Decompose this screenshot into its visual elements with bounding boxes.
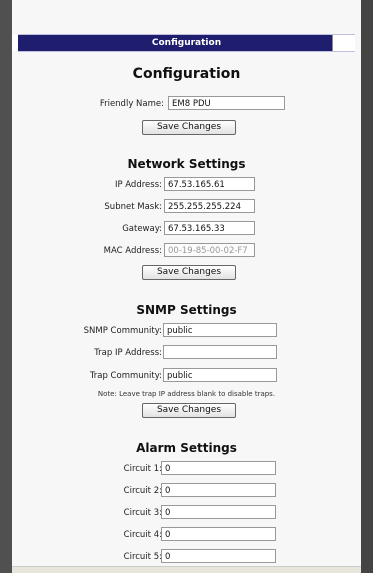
- trap-note: Note: Leave trap IP address blank to dis…: [97, 390, 276, 398]
- circuit-label: Circuit 1:: [123, 464, 162, 474]
- ip-address-input[interactable]: 67.53.165.61: [164, 177, 255, 191]
- trap-community-input[interactable]: public: [163, 368, 277, 382]
- header-tab-left: [12, 35, 18, 51]
- trap-community-label: Trap Community:: [89, 371, 162, 381]
- friendly-name-row: Friendly Name: EM8 PDU: [12, 95, 361, 113]
- snmp-community-input[interactable]: public: [163, 323, 277, 337]
- window-frame-left: [0, 0, 12, 573]
- trap-ip-label: Trap IP Address:: [94, 348, 162, 358]
- circuit-2-input[interactable]: 0: [161, 483, 276, 497]
- subnet-mask-label: Subnet Mask:: [104, 202, 162, 212]
- circuit-row: Circuit 1: 0: [12, 460, 361, 478]
- save-network-button[interactable]: Save Changes: [142, 265, 236, 280]
- gateway-row: Gateway: 67.53.165.33: [12, 220, 361, 238]
- ip-address-label: IP Address:: [114, 180, 162, 190]
- status-strip: [12, 566, 361, 573]
- circuit-1-input[interactable]: 0: [161, 461, 276, 475]
- configuration-page: Configuration Configuration Friendly Nam…: [12, 0, 361, 573]
- circuit-label: Circuit 2:: [123, 486, 162, 496]
- trap-community-row: Trap Community: public: [12, 367, 361, 385]
- circuit-4-input[interactable]: 0: [161, 527, 276, 541]
- alarm-settings-heading: Alarm Settings: [136, 441, 237, 455]
- save-config-button[interactable]: Save Changes: [142, 120, 236, 135]
- circuit-label: Circuit 3:: [123, 508, 162, 518]
- friendly-name-input[interactable]: EM8 PDU: [168, 96, 285, 110]
- circuit-label: Circuit 5:: [123, 552, 162, 562]
- header-bar-title: Configuration: [151, 38, 222, 48]
- circuit-row: Circuit 4: 0: [12, 526, 361, 544]
- mac-address-input: 00-19-85-00-02-F7: [164, 243, 255, 257]
- save-snmp-button[interactable]: Save Changes: [142, 403, 236, 418]
- circuit-label: Circuit 4:: [123, 530, 162, 540]
- subnet-mask-input[interactable]: 255.255.255.224: [164, 199, 255, 213]
- mac-address-label: MAC Address:: [103, 246, 162, 256]
- circuit-row: Circuit 2: 0: [12, 482, 361, 500]
- snmp-community-label: SNMP Community:: [83, 326, 162, 336]
- trap-ip-input[interactable]: [163, 345, 277, 359]
- friendly-name-label: Friendly Name:: [99, 99, 164, 109]
- trap-ip-row: Trap IP Address:: [12, 344, 361, 362]
- page-title: Configuration: [132, 66, 241, 82]
- header-tab-right: [332, 35, 355, 51]
- header-bar: Configuration: [12, 34, 355, 52]
- circuit-row: Circuit 5: 0: [12, 548, 361, 566]
- subnet-mask-row: Subnet Mask: 255.255.255.224: [12, 198, 361, 216]
- snmp-community-row: SNMP Community: public: [12, 322, 361, 340]
- mac-address-row: MAC Address: 00-19-85-00-02-F7: [12, 242, 361, 260]
- ip-address-row: IP Address: 67.53.165.61: [12, 176, 361, 194]
- circuit-row: Circuit 3: 0: [12, 504, 361, 522]
- gateway-input[interactable]: 67.53.165.33: [164, 221, 255, 235]
- window-frame-right: [361, 0, 373, 573]
- network-settings-heading: Network Settings: [127, 157, 246, 171]
- circuit-3-input[interactable]: 0: [161, 505, 276, 519]
- snmp-settings-heading: SNMP Settings: [136, 303, 237, 317]
- gateway-label: Gateway:: [122, 224, 162, 234]
- circuit-5-input[interactable]: 0: [161, 549, 276, 563]
